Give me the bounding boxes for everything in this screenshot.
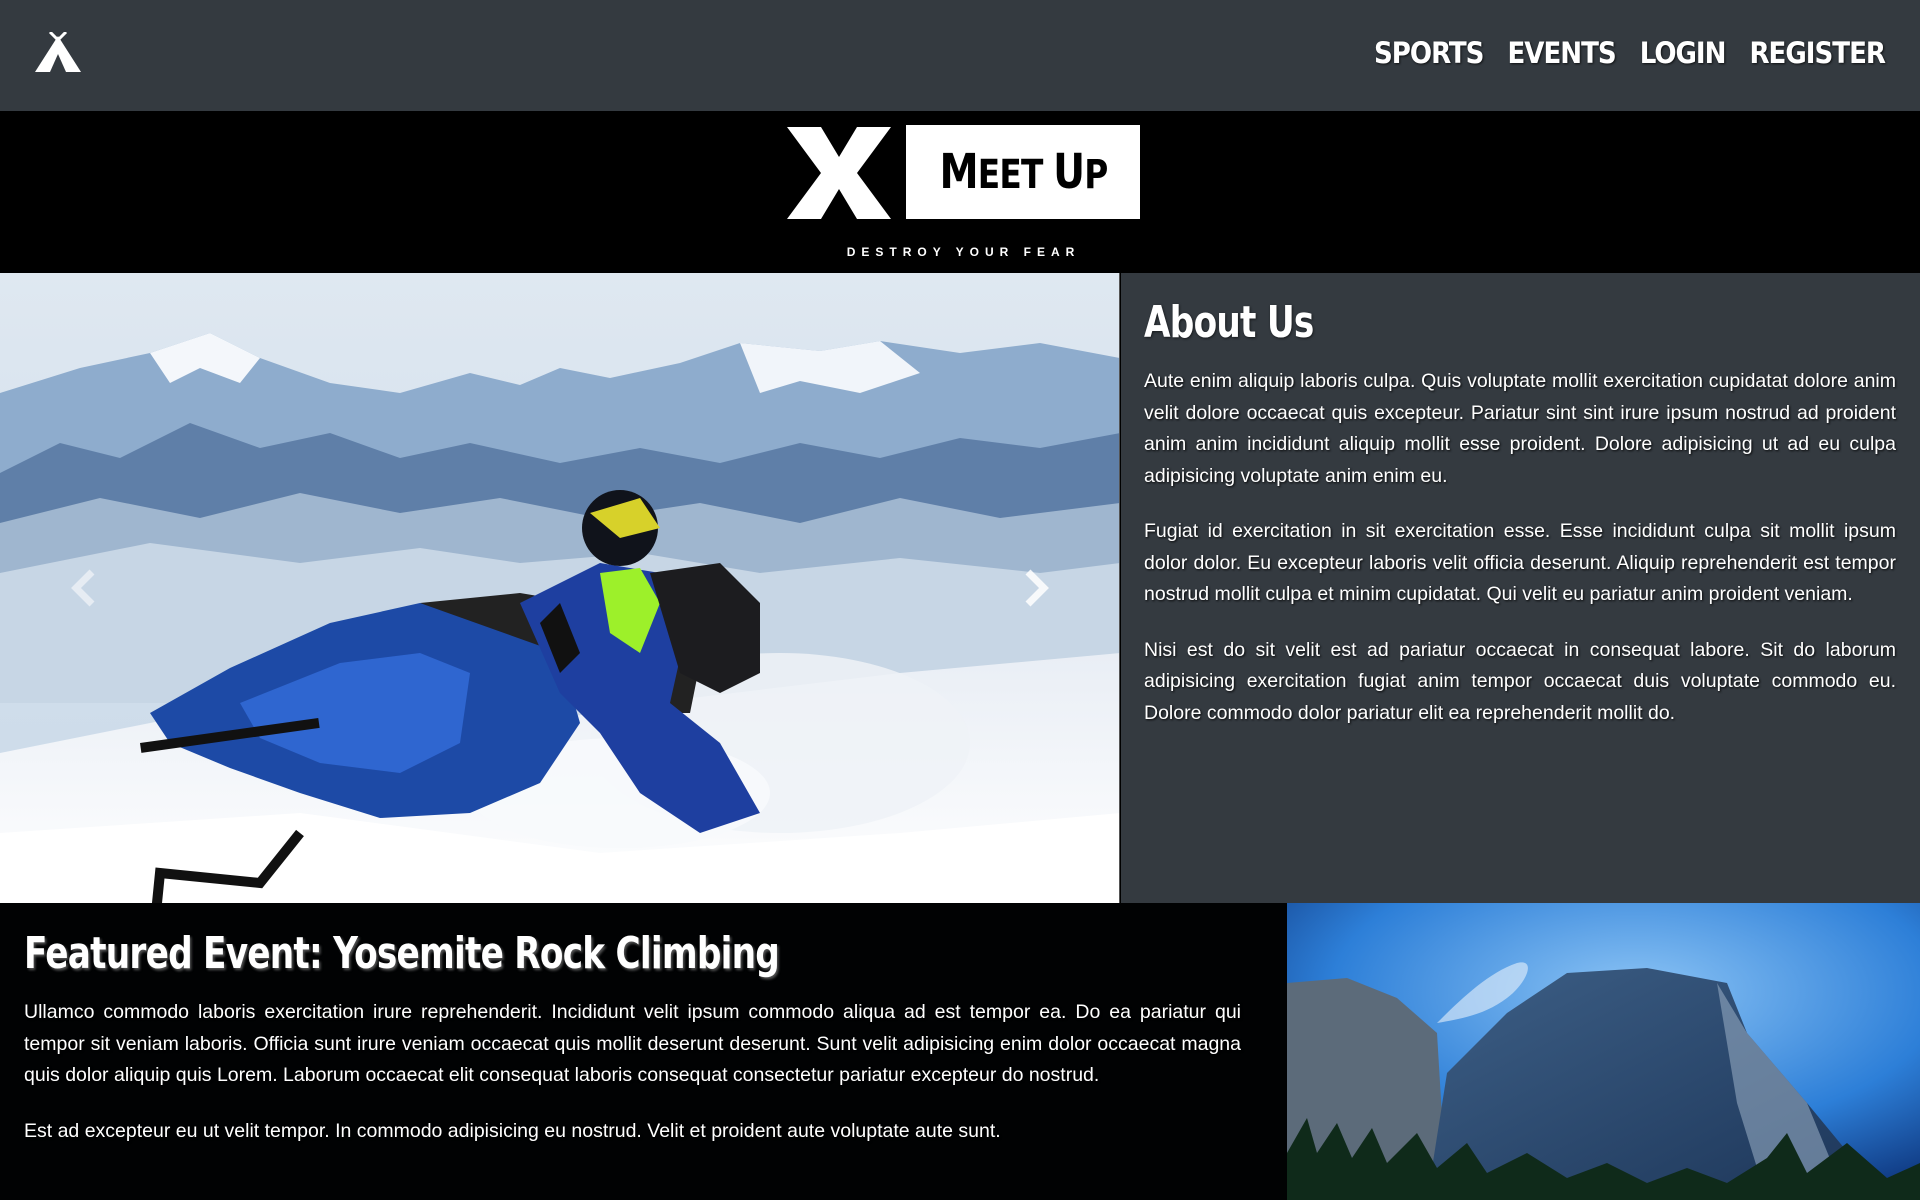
carousel-indicator-active[interactable] [536,860,580,864]
tagline: DESTROY YOUR FEAR [846,245,1081,259]
about-paragraph: Fugiat id exercitation in sit exercitati… [1144,520,1896,605]
brand-x-mark [787,127,891,219]
nav-link-events[interactable]: EVENTS [1507,36,1616,70]
about-title: About Us [1144,297,1314,348]
featured-event-paragraph: Est ad excepteur eu ut velit tempor. In … [24,1119,1001,1142]
featured-event-title: Featured Event: Yosemite Rock Climbing [24,928,780,979]
chevron-left-icon[interactable] [66,566,102,610]
brand-name-box: MEET UP [906,125,1140,219]
image-carousel[interactable] [0,273,1120,903]
nav-links: SPORTS EVENTS LOGIN REGISTER [1374,36,1886,70]
nav-link-sports[interactable]: SPORTS [1374,36,1484,70]
nav-link-login[interactable]: LOGIN [1640,36,1727,70]
featured-event-section: Featured Event: Yosemite Rock Climbing U… [0,903,1287,1200]
about-paragraph: Aute enim aliquip laboris culpa. Quis vo… [1144,370,1896,487]
chevron-right-icon[interactable] [1018,566,1054,610]
featured-event-paragraph: Ullamco commodo laboris exercitation iru… [24,1001,1241,1086]
carousel-indicator[interactable] [590,860,634,864]
carousel-indicator[interactable] [482,860,526,864]
brand-name: MEET UP [938,144,1108,200]
nav-link-register[interactable]: REGISTER [1749,36,1886,70]
carousel-indicators [428,860,688,864]
about-section: About Us Aute enim aliquip laboris culpa… [1121,273,1920,903]
snowmobile-rider-photo [0,273,1119,903]
about-paragraph: Nisi est do sit velit est ad pariatur oc… [1144,638,1896,724]
brand-banner: MEET UP DESTROY YOUR FEAR [0,111,1920,273]
navbar: SPORTS EVENTS LOGIN REGISTER [0,0,1920,111]
tent-icon[interactable] [33,32,83,74]
yosemite-el-capitan-photo [1287,903,1920,1200]
carousel-indicator[interactable] [428,860,472,864]
carousel-indicator[interactable] [644,860,688,864]
